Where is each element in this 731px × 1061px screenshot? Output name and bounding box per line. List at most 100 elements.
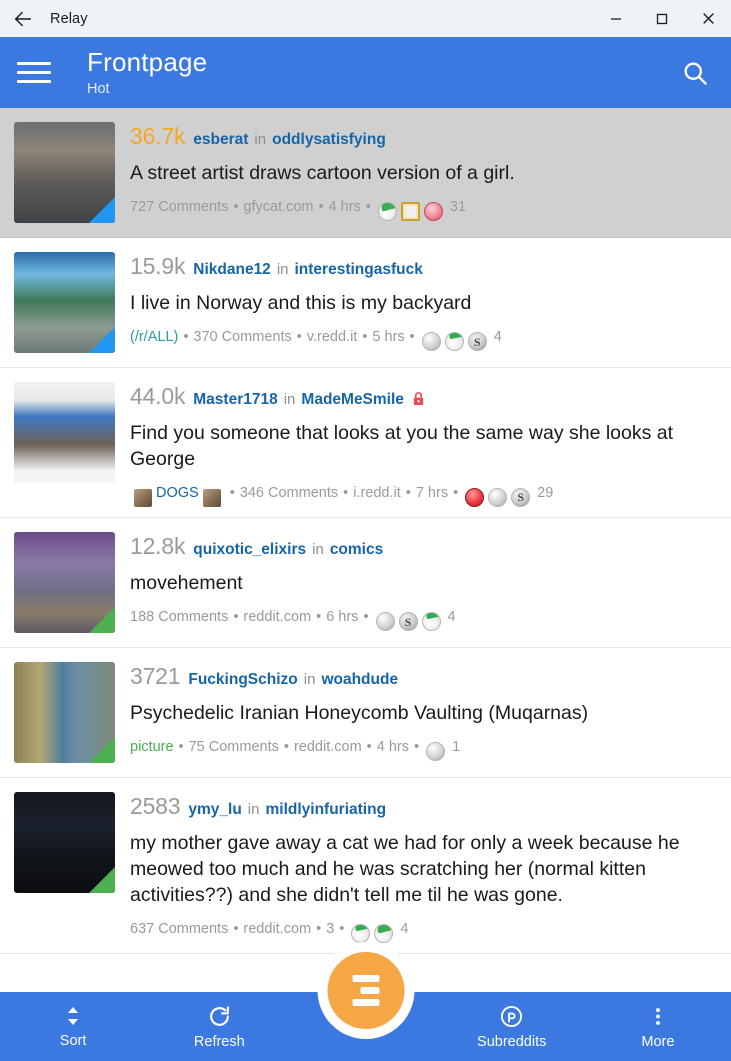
post-body: 44.0k Master1718 in MadeMeSmile Find you som… [130,382,717,508]
post-award-count: 4 [447,609,456,626]
award-icon [375,612,395,632]
post-title[interactable]: Find you someone that looks at you the s… [130,421,717,473]
post-score: 3721 [130,663,181,690]
post-author[interactable]: Master1718 [193,391,277,408]
post-award-count: 1 [452,739,461,756]
reddit-r-icon [501,1005,523,1027]
post-item[interactable]: 36.7k esberat in oddlysatisfying A street ar… [0,108,731,238]
post-domain: reddit.com [243,609,312,626]
post-age: 7 hrs [415,484,449,501]
post-meta: 188 Comments•reddit.com•6 hrs•4 [130,608,717,632]
post-comment-count: 75 Comments [188,739,279,756]
nav-sort-label: Sort [59,1033,87,1049]
post-header-line: 36.7k esberat in oddlysatisfying [130,123,717,149]
post-subreddit[interactable]: MadeMeSmile [301,391,404,408]
post-body: 36.7k esberat in oddlysatisfying A street ar… [130,122,717,223]
post-meta: DOGS•346 Comments•i.redd.it•7 hrs•29 [130,484,717,508]
thumbnail-image [14,382,115,483]
app-bar: Frontpage Hot [0,37,731,108]
post-feed[interactable]: 36.7k esberat in oddlysatisfying A street ar… [0,108,731,992]
compact-view-icon [352,975,379,1006]
post-comment-count: 188 Comments [130,609,229,626]
post-subreddit[interactable]: interestingasfuck [295,261,423,278]
thumbnail-corner-badge-icon [89,327,115,353]
window-title-bar: Relay [0,0,731,37]
close-icon[interactable] [685,0,731,37]
nav-more-button[interactable]: More [585,992,731,1061]
post-award-count: 4 [493,329,502,346]
post-subreddit[interactable]: oddlysatisfying [272,131,386,148]
meta-separator: • [316,921,322,937]
post-flair[interactable]: (/r/ALL) [130,329,178,346]
post-in-label: in [254,131,267,148]
post-subreddit[interactable]: comics [330,541,383,558]
post-author[interactable]: esberat [193,131,248,148]
meta-separator: • [233,921,239,937]
post-thumbnail[interactable] [14,662,115,764]
post-thumbnail[interactable] [14,532,115,634]
post-header-line: 3721 FuckingSchizo in woahdude [130,663,717,690]
post-body: 15.9k Nikdane12 in interestingasfuck I live … [130,252,717,353]
post-body: 12.8k quixotic_elixirs in comics movehement 1… [130,532,717,633]
meta-separator: • [233,199,239,216]
post-author[interactable]: FuckingSchizo [188,671,297,688]
award-icon [444,332,464,352]
meta-separator: • [362,329,368,346]
post-item[interactable]: 44.0k Master1718 in MadeMeSmile Find you som… [0,368,731,519]
post-subreddit[interactable]: woahdude [321,671,398,688]
maximize-icon[interactable] [639,0,685,37]
post-flair[interactable]: DOGS [156,485,199,502]
post-score: 36.7k [130,123,186,149]
post-meta: picture • 75 Comments • reddit.com • 4 hrs • 1 [130,738,717,762]
award-icon [465,488,485,508]
window-back-button[interactable] [0,0,46,37]
post-thumbnail[interactable] [14,122,115,223]
meta-separator: • [178,739,184,756]
post-author[interactable]: ymy_lu [188,801,241,818]
post-award-count: 29 [537,484,554,501]
post-item[interactable]: 3721 FuckingSchizo in woahdude Psychedelic I… [0,648,731,779]
post-meta: (/r/ALL)•370 Comments•v.redd.it•5 hrs•4 [130,328,717,352]
post-comment-count: 727 Comments [130,199,229,216]
post-title[interactable]: I live in Norway and this is my backyard [130,291,717,317]
thumbnail-corner-badge-icon [89,197,115,223]
meta-separator: • [405,484,411,501]
post-title[interactable]: movehement [130,571,717,597]
nav-refresh-button[interactable]: Refresh [146,992,292,1061]
post-author[interactable]: Nikdane12 [193,261,271,278]
post-score: 12.8k [130,533,186,560]
thumbnail-corner-badge-icon [89,867,115,894]
post-item[interactable]: 2583 ymy_lu in mildlyinfuriating my mother g… [0,778,731,955]
minimize-icon[interactable] [593,0,639,37]
meta-separator: • [366,739,372,756]
award-icon [377,202,397,222]
post-title[interactable]: my mother gave away a cat we had for onl… [130,831,717,909]
hamburger-menu-icon[interactable] [17,60,53,86]
post-title[interactable]: A street artist draws cartoon version of… [130,161,717,187]
post-age: 4 hrs [328,199,361,216]
post-subreddit[interactable]: mildlyinfuriating [265,801,386,818]
meta-separator: • [318,199,324,216]
nav-subreddits-button[interactable]: Subreddits [439,992,585,1061]
page-subtitle: Hot [87,80,110,97]
post-award-count: 31 [449,199,467,216]
post-thumbnail[interactable] [14,382,115,483]
nav-refresh-label: Refresh [193,1033,245,1050]
post-award-count: 4 [400,921,409,937]
nav-sort-button[interactable]: Sort [0,992,146,1061]
post-item[interactable]: 12.8k quixotic_elixirs in comics movehement 1… [0,518,731,649]
post-domain: reddit.com [243,921,312,937]
post-author[interactable]: quixotic_elixirs [193,541,306,558]
post-flair[interactable]: picture [130,739,174,756]
meta-separator: • [229,484,235,501]
post-age: 4 hrs [376,739,409,756]
meta-separator: • [316,609,322,626]
search-icon[interactable] [675,53,715,93]
post-item[interactable]: 15.9k Nikdane12 in interestingasfuck I live … [0,238,731,368]
meta-separator: • [343,484,349,501]
post-thumbnail[interactable] [14,252,115,353]
post-thumbnail[interactable] [14,792,115,894]
more-vertical-icon [655,1007,660,1025]
post-title[interactable]: Psychedelic Iranian Honeycomb Vaulting (… [130,701,717,727]
compact-view-fab[interactable] [327,952,404,1029]
